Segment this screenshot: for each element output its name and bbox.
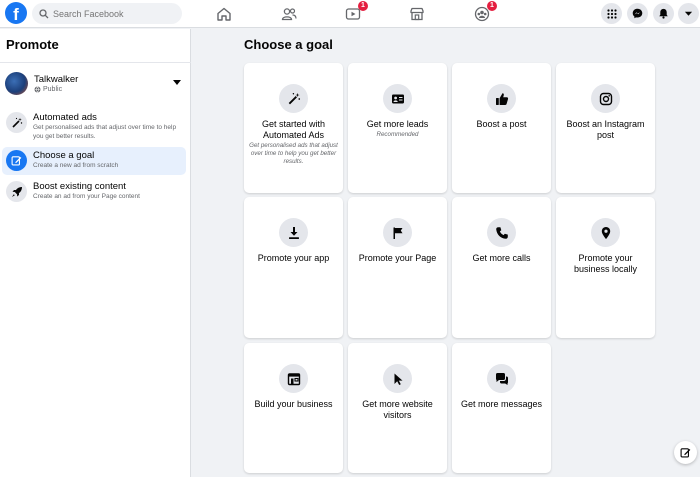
nav-home[interactable] — [215, 5, 233, 23]
goal-card-title: Get more calls — [472, 253, 531, 263]
goal-card-build-your-business[interactable]: Build your business — [244, 343, 343, 473]
instagram-icon — [599, 92, 612, 105]
phone-icon — [495, 226, 508, 239]
sidebar-item-label: Choose a goal — [33, 150, 95, 161]
contact-card-icon — [391, 94, 404, 103]
goal-card-subtitle: Recommended — [376, 131, 419, 138]
card-icon-wrap — [383, 218, 412, 247]
sidebar-item-description: Create an ad from your Page content — [33, 193, 140, 200]
sidebar-item-description: Create a new ad from scratch — [33, 162, 119, 169]
goal-card-title: Build your business — [254, 399, 333, 409]
promote-sidebar: Promote Talkwalker Public Automated ads … — [0, 29, 191, 477]
nav-marketplace[interactable] — [408, 5, 426, 23]
goal-card-get-more-messages[interactable]: Get more messages — [452, 343, 551, 473]
globe-icon — [34, 86, 41, 93]
sidebar-item-label: Boost existing content — [33, 181, 126, 192]
menu-grid-icon — [606, 8, 617, 19]
goal-card-promote-business-locally[interactable]: Promote your business locally — [556, 197, 655, 338]
goal-card-title: Promote your business locally — [573, 253, 638, 274]
page-privacy: Public — [34, 86, 62, 93]
card-icon-wrap — [279, 364, 308, 393]
magic-wand-icon — [288, 92, 300, 104]
card-icon-wrap — [279, 84, 308, 113]
goal-card-promote-your-page[interactable]: Promote your Page — [348, 197, 447, 338]
card-icon-wrap — [383, 84, 412, 113]
goal-card-title: Boost a post — [476, 119, 527, 129]
edit-pencil-icon — [11, 156, 22, 166]
card-icon-wrap — [487, 364, 516, 393]
side-icon-wrap — [6, 112, 27, 133]
goal-card-title: Get more leads — [366, 119, 429, 129]
notifications-bell-icon — [659, 8, 668, 19]
goal-card-title: Promote your app — [257, 253, 330, 263]
compose-icon — [680, 448, 691, 458]
sidebar-item-description: Get personalised ads that adjust over ti… — [33, 124, 177, 140]
sidebar-title: Promote — [6, 37, 59, 52]
rocket-icon — [11, 186, 22, 197]
page-selector[interactable]: Talkwalker Public — [5, 72, 185, 98]
friends-icon — [281, 8, 297, 21]
page-avatar — [5, 72, 28, 95]
top-navigation-bar: f 1 1 — [0, 0, 700, 28]
goal-card-title: Get more website visitors — [362, 399, 433, 420]
new-message-button[interactable] — [674, 441, 697, 464]
page-dropdown-caret-icon[interactable] — [173, 80, 181, 85]
search-box[interactable] — [32, 3, 182, 24]
goal-card-subtitle: Get personalised ads that adjust over ti… — [249, 142, 338, 165]
side-icon-wrap — [6, 181, 27, 202]
sidebar-divider — [0, 62, 191, 63]
page-title: Choose a goal — [244, 37, 333, 52]
thumbs-up-icon — [495, 92, 508, 105]
chat-bubbles-icon — [495, 372, 508, 385]
download-icon — [288, 226, 299, 239]
goal-card-automated-ads[interactable]: Get started with Automated Ads Get perso… — [244, 63, 343, 193]
goal-card-get-more-calls[interactable]: Get more calls — [452, 197, 551, 338]
nav-friends[interactable] — [280, 5, 298, 23]
search-icon — [39, 8, 49, 18]
storefront-icon — [287, 372, 300, 385]
goal-card-get-more-website-visitors[interactable]: Get more website visitors — [348, 343, 447, 473]
location-pin-icon — [601, 226, 610, 239]
chevron-down-icon — [684, 11, 693, 16]
sidebar-item-automated-ads[interactable]: Automated ads Get personalised ads that … — [2, 109, 186, 140]
marketplace-store-icon — [410, 7, 424, 21]
nav-watch[interactable]: 1 — [344, 1, 368, 23]
search-input[interactable] — [53, 8, 173, 19]
card-icon-wrap — [279, 218, 308, 247]
notifications-button[interactable] — [653, 3, 674, 24]
goal-card-title: Promote your Page — [358, 253, 437, 263]
home-icon — [217, 7, 231, 21]
messenger-icon — [632, 8, 643, 19]
flag-icon — [393, 227, 402, 239]
magic-wand-icon — [11, 117, 22, 128]
cursor-icon — [394, 373, 402, 385]
watch-notification-badge: 1 — [358, 1, 368, 11]
goal-card-title: Boost an Instagram post — [566, 119, 645, 140]
card-icon-wrap — [591, 218, 620, 247]
card-icon-wrap — [591, 84, 620, 113]
messenger-button[interactable] — [627, 3, 648, 24]
sidebar-item-boost-existing-content[interactable]: Boost existing content Create an ad from… — [2, 178, 186, 206]
page-privacy-label: Public — [43, 86, 63, 93]
account-menu-button[interactable] — [678, 3, 699, 24]
sidebar-item-label: Automated ads — [33, 112, 97, 123]
groups-notification-badge: 1 — [487, 1, 497, 11]
facebook-logo[interactable]: f — [5, 2, 27, 24]
card-icon-wrap — [487, 84, 516, 113]
side-icon-wrap — [6, 150, 27, 171]
card-icon-wrap — [383, 364, 412, 393]
nav-groups[interactable]: 1 — [473, 1, 497, 23]
sidebar-item-choose-a-goal[interactable]: Choose a goal Create a new ad from scrat… — [2, 147, 186, 175]
goal-card-get-more-leads[interactable]: Get more leads Recommended — [348, 63, 447, 193]
page-name: Talkwalker — [34, 74, 79, 85]
card-icon-wrap — [487, 218, 516, 247]
goal-card-title: Get started with Automated Ads — [261, 119, 326, 140]
goal-card-boost-a-post[interactable]: Boost a post — [452, 63, 551, 193]
goal-card-promote-your-app[interactable]: Promote your app — [244, 197, 343, 338]
goal-card-boost-instagram-post[interactable]: Boost an Instagram post — [556, 63, 655, 193]
menu-button[interactable] — [601, 3, 622, 24]
goal-card-title: Get more messages — [460, 399, 543, 409]
